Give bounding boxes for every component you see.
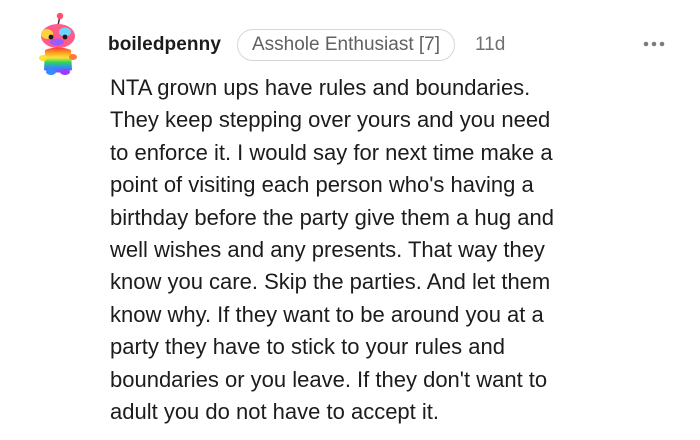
comment-body-line: They keep stepping over yours and you ne… — [110, 107, 551, 133]
comment-body-line: adult you do not have to accept it. — [110, 399, 440, 425]
more-options-icon[interactable] — [640, 30, 668, 58]
comment-body-line: point of visiting each person who's havi… — [110, 172, 534, 198]
comment-body-line: well wishes and any presents. That way t… — [110, 237, 545, 263]
username-link[interactable]: boiledpenny — [108, 34, 221, 56]
comment-body-line: NTA grown ups have rules and boundaries. — [110, 75, 531, 100]
user-flair-badge: Asshole Enthusiast [7] — [237, 29, 455, 61]
comment-body: NTA grown ups have rules and boundaries.… — [110, 72, 686, 428]
comment: boiledpenny Asshole Enthusiast [7] 11d N… — [0, 0, 700, 440]
comment-body-line: birthday before the party give them a hu… — [110, 204, 554, 230]
comment-body-line: to enforce it. I would say for next time… — [110, 139, 553, 165]
snoo-avatar-icon[interactable] — [36, 12, 80, 76]
comment-body-line: boundaries or you leave. If they don't w… — [110, 366, 548, 392]
comment-body-line: party they have to stick to your rules a… — [110, 334, 505, 360]
comment-body-line: know you care. Skip the parties. And let… — [110, 269, 551, 295]
comment-body-line: know why. If they want to be around you … — [110, 301, 544, 327]
comment-timestamp[interactable]: 11d — [475, 34, 505, 56]
comment-header: boiledpenny Asshole Enthusiast [7] 11d — [108, 28, 505, 62]
